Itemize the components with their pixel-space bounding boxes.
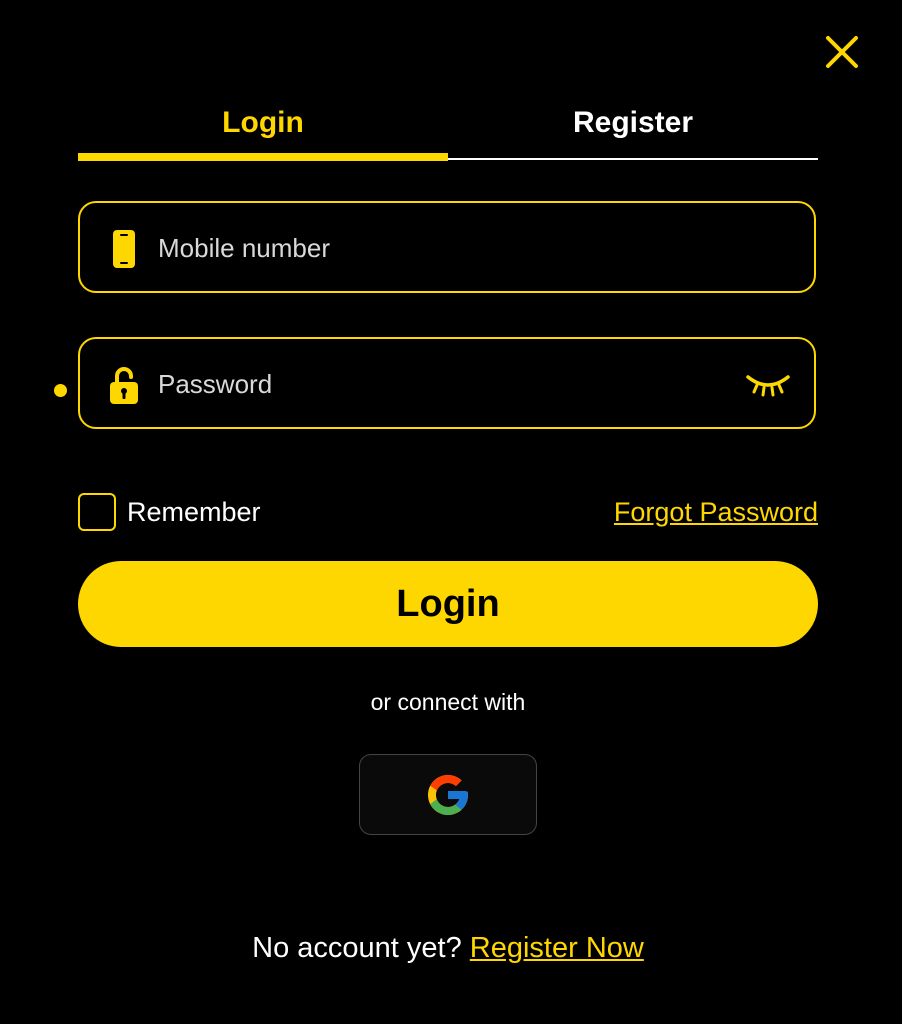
eye-closed-icon — [746, 375, 790, 397]
google-icon — [428, 775, 468, 815]
register-now-link[interactable]: Register Now — [470, 932, 644, 964]
mobile-input[interactable] — [158, 223, 738, 273]
forgot-password-link[interactable]: Forgot Password — [614, 494, 818, 530]
connect-with-label: or connect with — [370, 689, 526, 715]
google-login-button[interactable] — [359, 754, 537, 835]
remember-checkbox[interactable] — [78, 493, 116, 531]
no-account-text: No account yet? — [252, 932, 462, 964]
password-field — [78, 337, 816, 429]
remember-label[interactable]: Remember — [127, 494, 261, 530]
mobile-field — [78, 201, 816, 293]
tab-login[interactable]: Login — [78, 100, 448, 146]
mobile-phone-icon — [113, 230, 135, 268]
auth-tabs: Login Register — [78, 100, 818, 162]
toggle-password-visibility-button[interactable] — [744, 369, 792, 399]
register-prompt: No account yet? Register Now — [0, 928, 896, 968]
close-button[interactable] — [822, 32, 862, 72]
close-icon — [826, 36, 858, 68]
login-button[interactable]: Login — [78, 561, 818, 647]
tab-register[interactable]: Register — [448, 100, 818, 146]
lock-icon — [110, 367, 138, 404]
password-input[interactable] — [158, 359, 738, 409]
focus-indicator-dot — [54, 384, 67, 397]
tab-active-indicator — [78, 153, 448, 161]
